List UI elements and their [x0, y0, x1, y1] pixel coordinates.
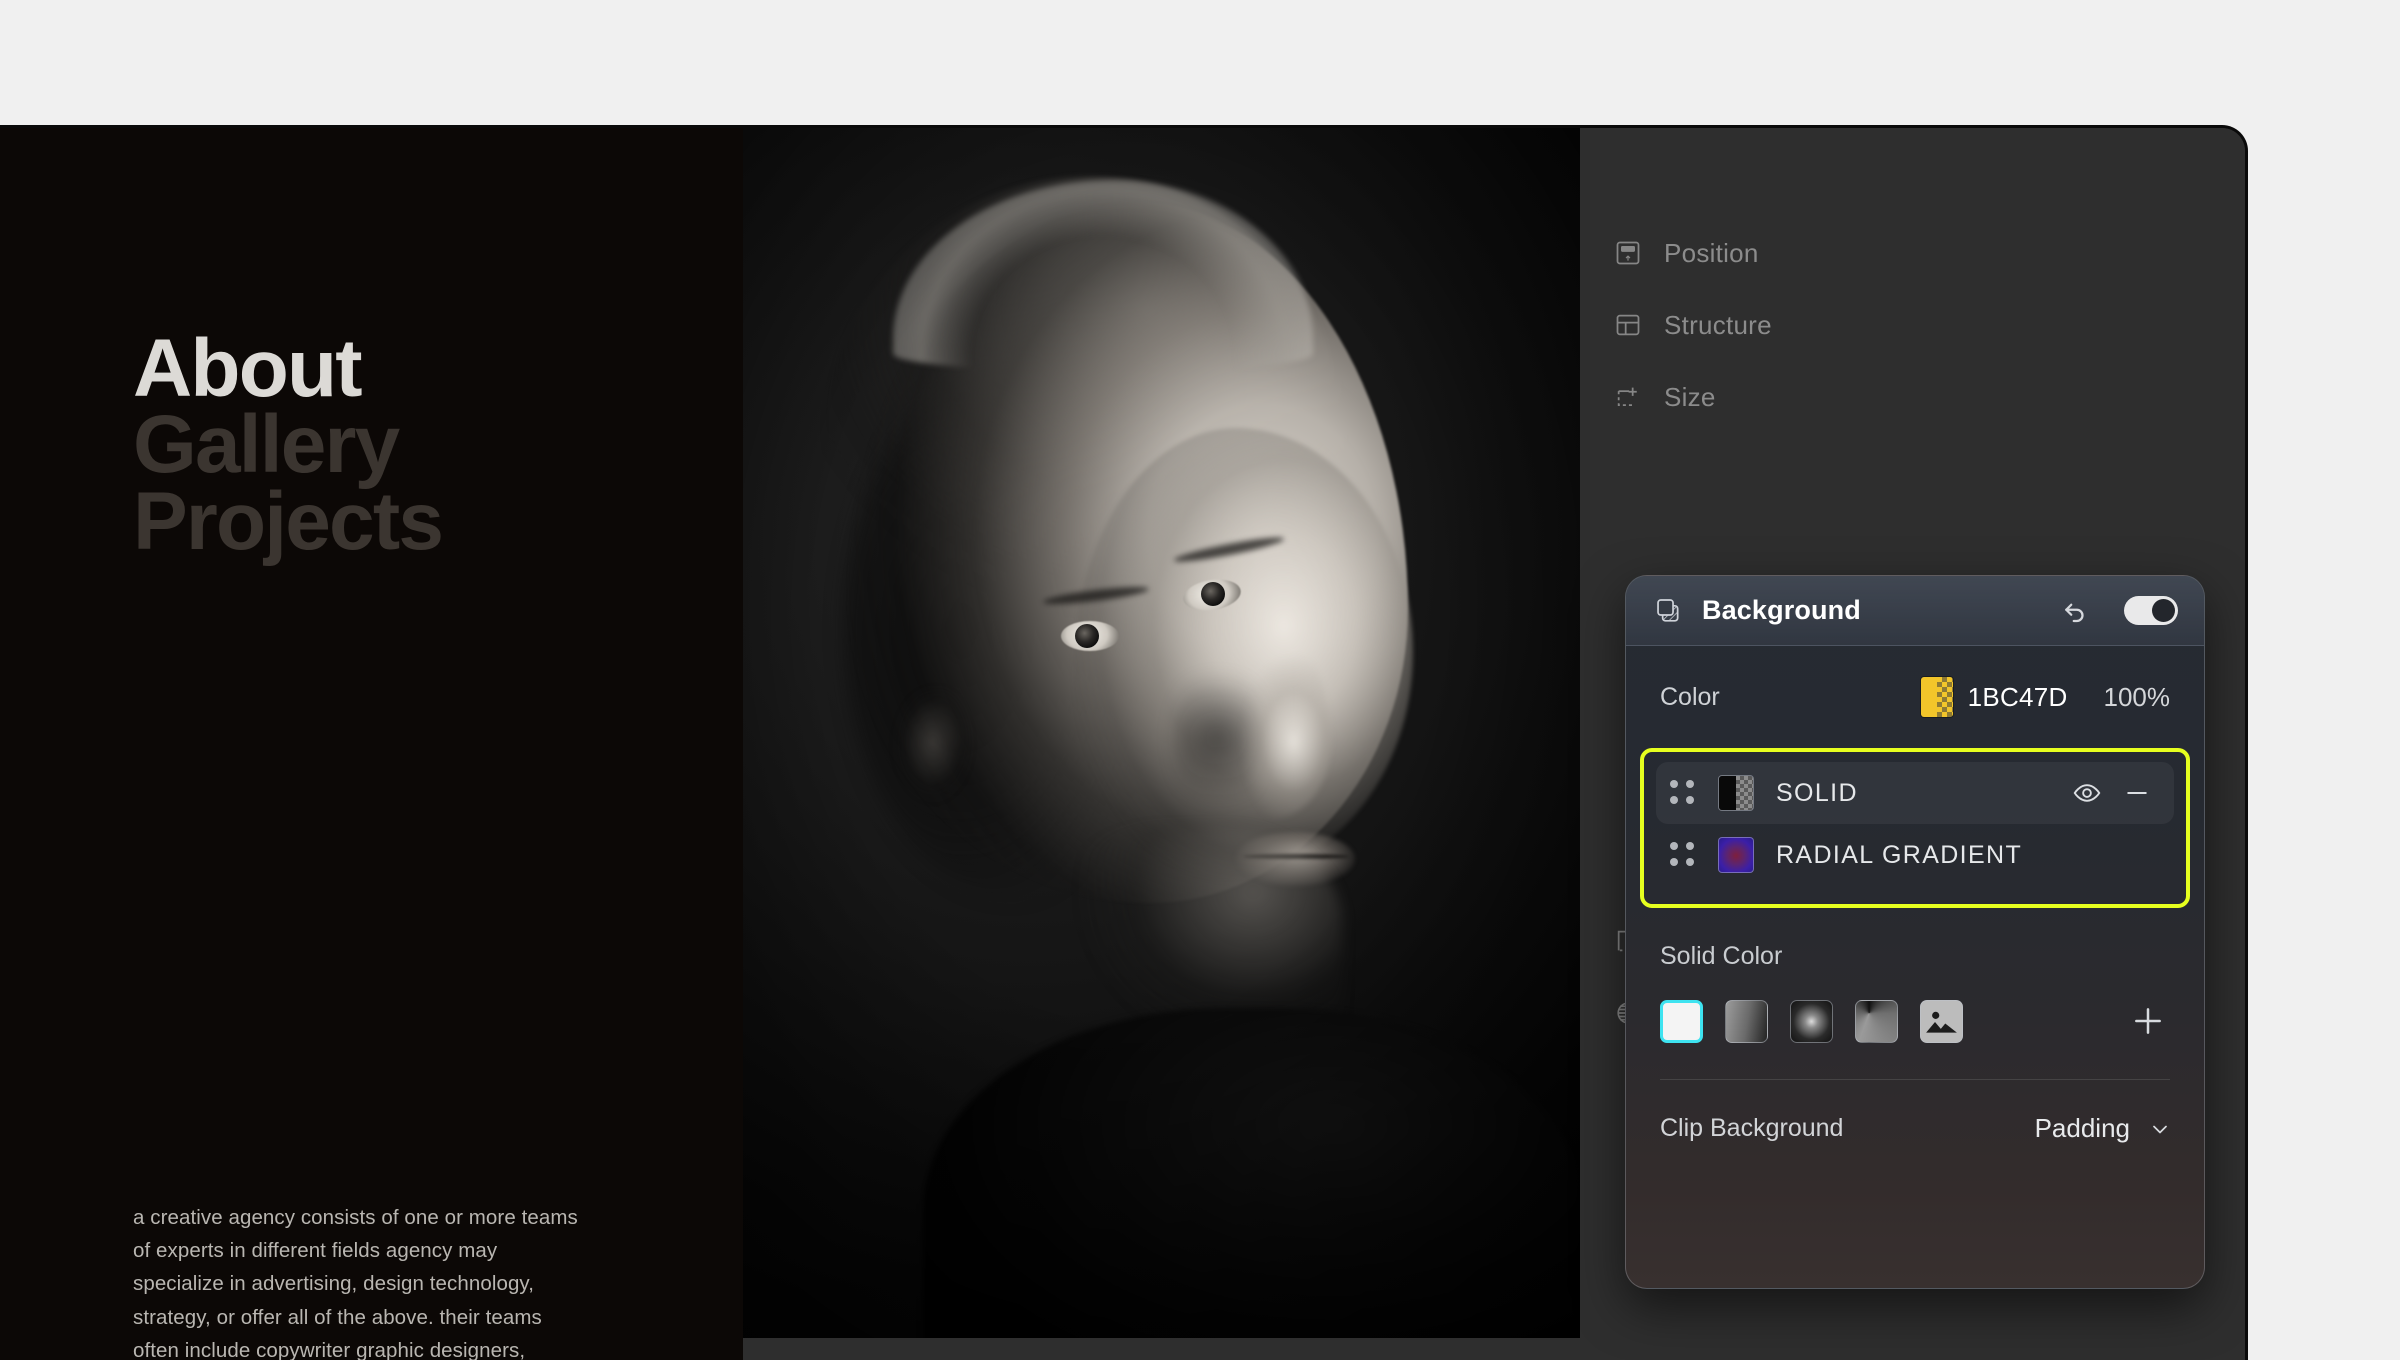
position-icon [1614, 239, 1642, 267]
radial-gradient-thumb-icon [1718, 837, 1754, 873]
sidebar-item-label: Structure [1664, 309, 1772, 340]
clip-background-label: Clip Background [1660, 1113, 1844, 1142]
desktop-canvas: About Gallery Projects a creative agency… [0, 0, 2400, 1360]
drag-handle-icon[interactable] [1670, 842, 1696, 868]
color-swatch[interactable] [1919, 676, 1954, 718]
background-enable-toggle[interactable] [2124, 596, 2178, 625]
drag-handle-icon[interactable] [1670, 780, 1696, 806]
app-window: About Gallery Projects a creative agency… [0, 125, 2248, 1360]
color-hex-value[interactable]: 1BC47D [1968, 682, 2068, 713]
hero-section: About Gallery Projects a creative agency… [0, 128, 743, 1360]
headline-line-3: Projects [133, 475, 444, 567]
background-panel-header: Background [1626, 576, 2204, 646]
sidebar-item-label: Size [1664, 381, 1716, 412]
minus-icon[interactable] [2118, 774, 2156, 812]
solid-color-label: Solid Color [1660, 942, 1783, 970]
clip-background-row[interactable]: Clip Background Padding [1626, 1080, 2204, 1176]
background-layers-icon [1654, 596, 1684, 626]
size-icon [1614, 383, 1642, 411]
sidebar-item-structure[interactable]: Structure [1614, 302, 1772, 348]
color-opacity-value[interactable]: 100% [2104, 682, 2171, 713]
fill-type-swatch-row [1660, 999, 2170, 1043]
solid-color-section: Solid Color [1626, 908, 2204, 1080]
background-layers-group: SOLID RADIAL GRADIENT [1640, 748, 2190, 908]
add-fill-button[interactable] [2126, 999, 2170, 1043]
portrait-photo [743, 128, 1580, 1338]
sidebar-item-label: Position [1664, 237, 1759, 268]
headline-line-2: Gallery [133, 399, 400, 491]
chevron-down-icon[interactable] [2148, 1117, 2170, 1139]
layer-name: SOLID [1776, 778, 1858, 807]
eye-icon[interactable] [2068, 774, 2106, 812]
solid-thumb-icon [1718, 775, 1754, 811]
structure-icon [1614, 311, 1642, 339]
photo-vignette [743, 128, 1580, 1338]
hero-body-text: a creative agency consists of one or mor… [133, 1206, 578, 1360]
layer-row-radial-gradient[interactable]: RADIAL GRADIENT [1656, 824, 2174, 886]
headline-line-1: About [133, 323, 363, 414]
sidebar-item-position[interactable]: Position [1614, 230, 1759, 276]
color-swatch-solid-half [1920, 677, 1937, 717]
layer-name: RADIAL GRADIENT [1776, 840, 2023, 869]
sidebar-item-size[interactable]: Size [1614, 374, 1716, 420]
linear-gradient-swatch[interactable] [1725, 999, 1768, 1043]
background-panel: Background Color 1BC47D 100% SOLID RADIA… [1625, 575, 2205, 1289]
page-title: About Gallery Projects [133, 323, 444, 567]
layer-row-solid[interactable]: SOLID [1656, 762, 2174, 824]
radial-gradient-swatch[interactable] [1790, 999, 1833, 1043]
undo-icon[interactable] [2058, 594, 2092, 628]
color-label: Color [1660, 682, 1720, 711]
color-swatch-alpha-half [1936, 677, 1953, 717]
color-row[interactable]: Color 1BC47D 100% [1626, 646, 2204, 748]
angular-gradient-swatch[interactable] [1855, 999, 1898, 1043]
background-panel-title: Background [1702, 595, 1861, 625]
clip-background-value[interactable]: Padding [2035, 1113, 2130, 1144]
image-fill-swatch[interactable] [1920, 999, 1963, 1043]
solid-swatch[interactable] [1660, 999, 1703, 1043]
